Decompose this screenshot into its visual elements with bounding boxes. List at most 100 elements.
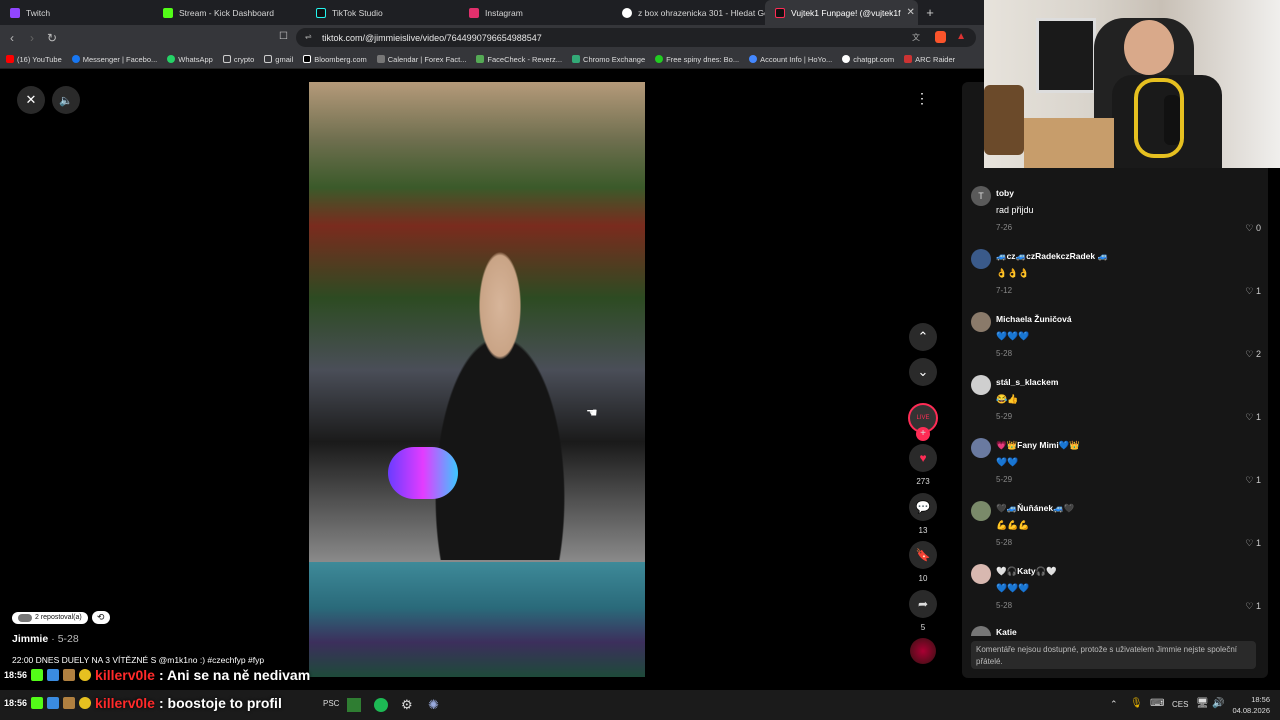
tab-vujtek-funpage[interactable]: Vujtek1 Funpage! (@vujtek1f ✕ — [765, 0, 918, 25]
tab-twitch[interactable]: Twitch — [0, 0, 153, 25]
chromo-icon — [572, 55, 581, 63]
tab-tiktok-studio[interactable]: TikTok Studio — [306, 0, 459, 25]
comment-author[interactable]: Michaela Žuničová — [996, 314, 1072, 324]
comment-avatar[interactable]: T — [971, 186, 991, 206]
tab-kick[interactable]: Stream - Kick Dashboard — [153, 0, 306, 25]
comment-like[interactable]: ♡ 1 — [1245, 538, 1261, 549]
bookmark-youtube[interactable]: (16) YouTube — [6, 55, 62, 64]
repost-icon[interactable]: ⟲ — [91, 611, 110, 624]
comment-author[interactable]: 🚙cz🚙czRadekczRadek 🚙 — [996, 251, 1108, 262]
google-icon — [622, 7, 632, 18]
tab-google-search[interactable]: z box ohrazenicka 301 - Hledat Goog — [612, 0, 765, 25]
tiktok-icon — [316, 7, 326, 18]
comment-avatar[interactable] — [971, 375, 991, 395]
brave-shield-icon[interactable] — [935, 31, 946, 43]
comment-author[interactable]: toby — [996, 188, 1014, 198]
bookmark-forex-factory[interactable]: Calendar | Forex Fact... — [376, 55, 466, 64]
reload-icon[interactable]: ↻ — [42, 31, 62, 45]
bookmark-hoyoverse[interactable]: Account Info | HoYo... — [749, 55, 832, 64]
comment-author[interactable]: 🤍🎧Katy🎧🤍 — [996, 566, 1057, 577]
comment-like[interactable]: ♡ 0 — [1245, 223, 1261, 234]
like-button[interactable]: ♥ — [909, 444, 937, 472]
microphone-tray-icon[interactable]: 🎙 — [1130, 698, 1143, 709]
clock[interactable]: 18:56 04.08.2026 — [1228, 694, 1270, 716]
comment-like[interactable]: ♡ 1 — [1245, 286, 1261, 297]
chevron-up-icon: ⌃ — [917, 329, 929, 344]
bookmark-facecheck[interactable]: FaceCheck - Reverz... — [476, 55, 562, 64]
app-icon[interactable]: ⚙ — [401, 697, 413, 713]
comment-like[interactable]: ♡ 1 — [1245, 601, 1261, 612]
share-button[interactable]: ➦ — [909, 590, 937, 618]
comment-like[interactable]: ♡ 2 — [1245, 349, 1261, 360]
microphone-image — [388, 447, 458, 499]
back-icon[interactable]: ‹ — [2, 31, 22, 45]
bookmark-folder-crypto[interactable]: crypto — [222, 55, 254, 64]
address-input[interactable]: ⇌ tiktok.com/@jimmieislive/video/7644990… — [296, 28, 976, 47]
comment-author[interactable]: stál_s_klackem — [996, 377, 1058, 387]
streamer-face-image — [1124, 20, 1174, 75]
bookmark-free-spins[interactable]: Free spiny dnes: Bo... — [655, 55, 739, 64]
spotify-icon[interactable] — [374, 698, 388, 712]
new-tab-button[interactable]: + — [918, 5, 942, 20]
bookmark-chatgpt[interactable]: chatgpt.com — [842, 55, 894, 64]
comment-date: 5-28 — [996, 349, 1013, 358]
author-name[interactable]: Jimmie — [12, 633, 48, 645]
comment-text: rad přijdu — [996, 205, 1034, 215]
language-indicator[interactable]: CES — [1172, 700, 1188, 709]
heart-icon: ♥ — [919, 451, 927, 465]
tray-expand-icon[interactable]: ⌃ — [1110, 699, 1118, 710]
speaker-icon: 🔈 — [59, 94, 73, 107]
bookmark-icon: 🔖 — [915, 548, 931, 562]
bookmark-arc-raiders[interactable]: ARC Raider — [904, 55, 955, 64]
comment-like[interactable]: ♡ 1 — [1245, 412, 1261, 423]
repost-badge[interactable]: 2 repostoval(a) — [12, 611, 88, 624]
comment-author[interactable]: Katie — [996, 627, 1017, 636]
network-icon[interactable]: 🖥 — [1196, 698, 1209, 709]
close-video-button[interactable]: ✕ — [17, 86, 45, 114]
comment-avatar[interactable] — [971, 501, 991, 521]
comment-text: 💙💙💙 — [996, 583, 1030, 593]
comment-avatar[interactable] — [971, 438, 991, 458]
more-options-icon[interactable]: ⋮ — [915, 90, 929, 107]
comment-date: 5-28 — [996, 601, 1013, 610]
next-video-button[interactable]: ⌄ — [909, 358, 937, 386]
heart-outline-icon: ♡ — [1245, 286, 1254, 296]
comment-button[interactable]: 💬 — [909, 493, 937, 521]
volume-icon[interactable]: 🔊 — [1212, 698, 1224, 709]
heart-outline-icon: ♡ — [1245, 538, 1254, 548]
video-next-frame[interactable] — [309, 562, 645, 677]
comment-avatar[interactable] — [971, 626, 991, 636]
comment-avatar[interactable] — [971, 564, 991, 584]
chatgpt-icon — [842, 55, 851, 63]
save-button[interactable]: 🔖 — [909, 541, 937, 569]
close-tab-icon[interactable]: ✕ — [906, 7, 914, 18]
settings-icon[interactable]: ✺ — [428, 697, 439, 713]
comment-author[interactable]: 🖤🚙Ňuňánek🚙🖤 — [996, 503, 1074, 514]
forward-icon[interactable]: › — [22, 31, 42, 45]
streamer-image — [400, 250, 600, 560]
previous-video-button[interactable]: ⌃ — [909, 323, 937, 351]
comment-avatar[interactable] — [971, 249, 991, 269]
folder-icon — [222, 55, 231, 63]
comment-like[interactable]: ♡ 1 — [1245, 475, 1261, 486]
author-avatar-button[interactable]: LIVE + — [905, 403, 941, 441]
volume-button[interactable]: 🔈 — [52, 86, 80, 114]
follow-plus-icon[interactable]: + — [916, 427, 930, 441]
site-info-icon[interactable]: ⇌ — [305, 32, 312, 41]
bookmark-icon[interactable]: ☐ — [279, 31, 288, 42]
app-icon[interactable]: PSC — [323, 699, 339, 708]
bookmark-bloomberg[interactable]: Bloomberg.com — [303, 55, 367, 64]
keyboard-icon[interactable]: ⌨ — [1150, 698, 1164, 709]
comment-avatar[interactable] — [971, 312, 991, 332]
bookmark-chromo-exchange[interactable]: Chromo Exchange — [572, 55, 645, 64]
comment-author[interactable]: 💗👑Fany Mimi💙👑 — [996, 440, 1080, 451]
bookmark-whatsapp[interactable]: WhatsApp — [167, 55, 213, 64]
brave-rewards-icon[interactable]: ▲ — [956, 31, 966, 42]
tiktok-icon — [775, 7, 785, 18]
music-disc-icon[interactable] — [910, 638, 936, 664]
bookmark-messenger[interactable]: Messenger | Facebo... — [71, 55, 157, 64]
excel-icon[interactable] — [347, 698, 361, 712]
tab-instagram[interactable]: Instagram — [459, 0, 612, 25]
bookmark-folder-gmail[interactable]: gmail — [264, 55, 293, 64]
translate-icon[interactable]: 文 — [912, 32, 920, 43]
